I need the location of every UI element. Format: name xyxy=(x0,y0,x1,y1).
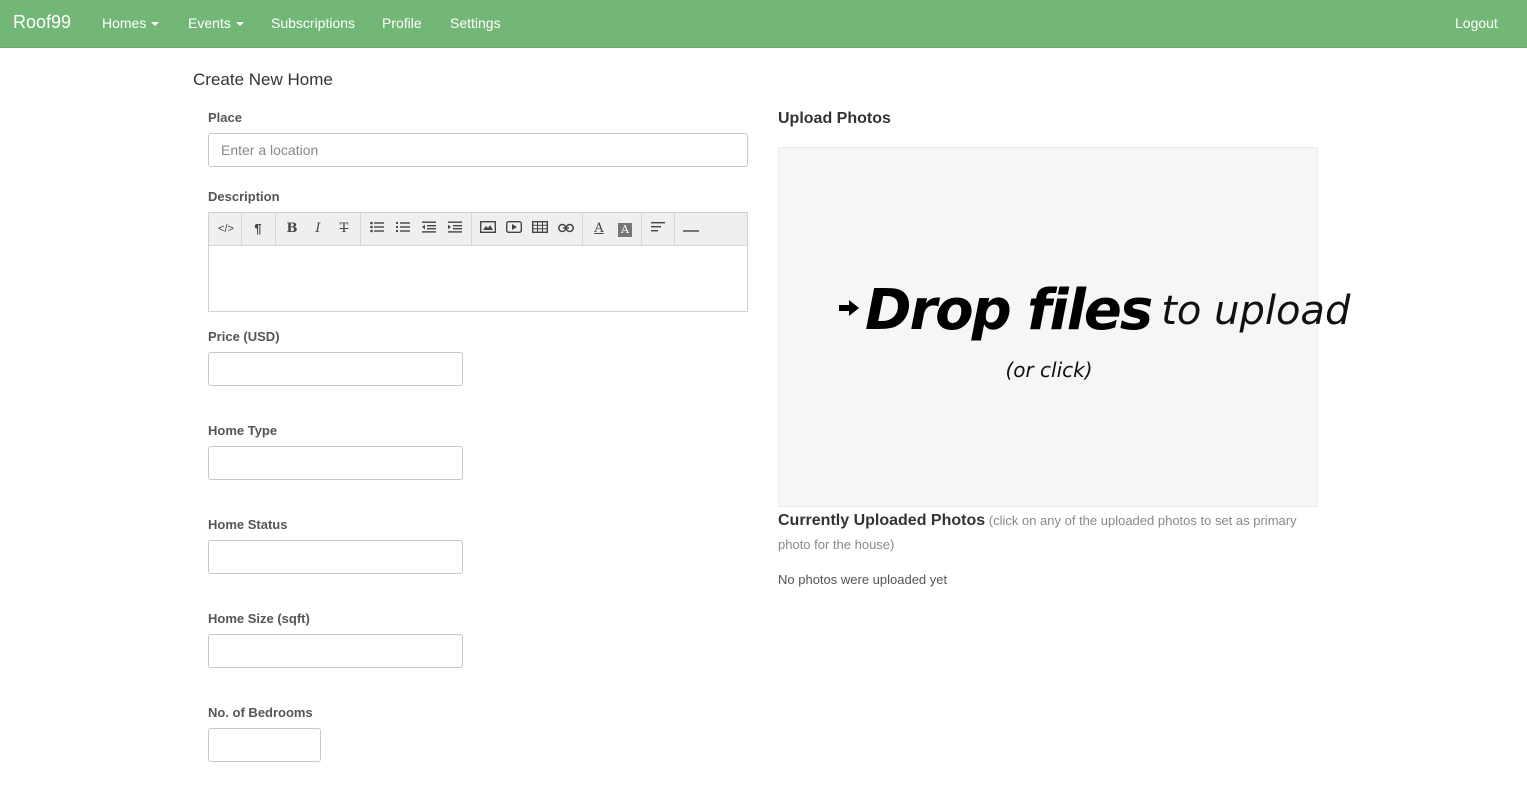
bold-icon[interactable]: B xyxy=(279,213,305,245)
background-color-icon[interactable]: A xyxy=(612,213,638,245)
strikethrough-icon[interactable]: T xyxy=(331,213,357,245)
nav-events-dropdown[interactable]: Events xyxy=(188,15,244,31)
place-label: Place xyxy=(208,110,242,125)
uploaded-photos-title: Currently Uploaded Photos xyxy=(778,512,986,529)
nav-settings[interactable]: Settings xyxy=(450,15,501,31)
upload-photos-title: Upload Photos xyxy=(778,110,891,127)
description-label: Description xyxy=(208,189,280,204)
indent-icon[interactable] xyxy=(442,213,468,245)
nav-subscriptions-label: Subscriptions xyxy=(271,15,356,31)
image-icon[interactable] xyxy=(475,213,501,245)
page-title: Create New Home xyxy=(193,70,333,89)
toolbar-divider xyxy=(241,213,242,245)
uploaded-photos-heading: Currently Uploaded Photos (click on any … xyxy=(778,509,1298,557)
toolbar-divider xyxy=(674,213,675,245)
dropzone-light-text: to upload xyxy=(1161,287,1351,334)
description-editor-body[interactable] xyxy=(209,246,747,311)
nav-events-label: Events xyxy=(188,15,231,31)
nav-homes-label: Homes xyxy=(102,15,147,31)
paragraph-icon[interactable]: ¶ xyxy=(245,213,271,245)
price-input[interactable] xyxy=(208,352,463,386)
nav-settings-label: Settings xyxy=(450,15,501,31)
toolbar-divider xyxy=(641,213,642,245)
unordered-list-icon[interactable] xyxy=(364,213,390,245)
table-icon[interactable] xyxy=(527,213,553,245)
dropzone-or-click: (or click) xyxy=(1005,358,1093,382)
bedrooms-label: No. of Bedrooms xyxy=(208,705,313,720)
home-type-input[interactable] xyxy=(208,446,463,480)
dropzone-strong-text: Drop files xyxy=(865,278,1153,343)
nav-subscriptions[interactable]: Subscriptions xyxy=(271,15,355,31)
horizontal-rule-icon[interactable] xyxy=(678,213,704,245)
home-size-label: Home Size (sqft) xyxy=(208,611,310,626)
toolbar-divider xyxy=(471,213,472,245)
home-size-input[interactable] xyxy=(208,634,463,668)
home-type-label: Home Type xyxy=(208,423,278,438)
outdent-icon[interactable] xyxy=(416,213,442,245)
toolbar-divider xyxy=(275,213,276,245)
font-color-icon[interactable]: A xyxy=(586,213,612,245)
code-view-icon[interactable]: </> xyxy=(213,213,239,245)
caret-down-icon xyxy=(235,22,244,27)
arrow-right-icon xyxy=(839,300,859,321)
price-label: Price (USD) xyxy=(208,329,280,344)
brand-logo[interactable]: Roof99 xyxy=(13,12,71,33)
top-navbar: Roof99 Homes Events Subscriptions Profil… xyxy=(0,0,1527,48)
no-photos-message: No photos were uploaded yet xyxy=(778,572,948,587)
place-input[interactable] xyxy=(208,133,748,167)
logout-label: Logout xyxy=(1455,15,1498,31)
editor-toolbar: </> ¶ B I T A A xyxy=(209,213,747,246)
nav-profile[interactable]: Profile xyxy=(382,15,422,31)
nav-homes-dropdown[interactable]: Homes xyxy=(102,15,160,31)
bedrooms-input[interactable] xyxy=(208,728,321,762)
nav-profile-label: Profile xyxy=(382,15,422,31)
italic-icon[interactable]: I xyxy=(305,213,331,245)
link-icon[interactable] xyxy=(553,213,579,245)
dropzone-message: Drop files to upload xyxy=(839,278,1350,343)
caret-down-icon xyxy=(151,22,160,27)
logout-link[interactable]: Logout xyxy=(1455,15,1498,31)
home-status-label: Home Status xyxy=(208,517,288,532)
ordered-list-icon[interactable] xyxy=(390,213,416,245)
align-icon[interactable] xyxy=(645,213,671,245)
photo-dropzone[interactable]: Drop files to upload (or click) xyxy=(778,147,1350,507)
toolbar-divider xyxy=(582,213,583,245)
description-editor: </> ¶ B I T A A xyxy=(208,212,748,312)
toolbar-divider xyxy=(360,213,361,245)
video-icon[interactable] xyxy=(501,213,527,245)
home-status-input[interactable] xyxy=(208,540,463,574)
